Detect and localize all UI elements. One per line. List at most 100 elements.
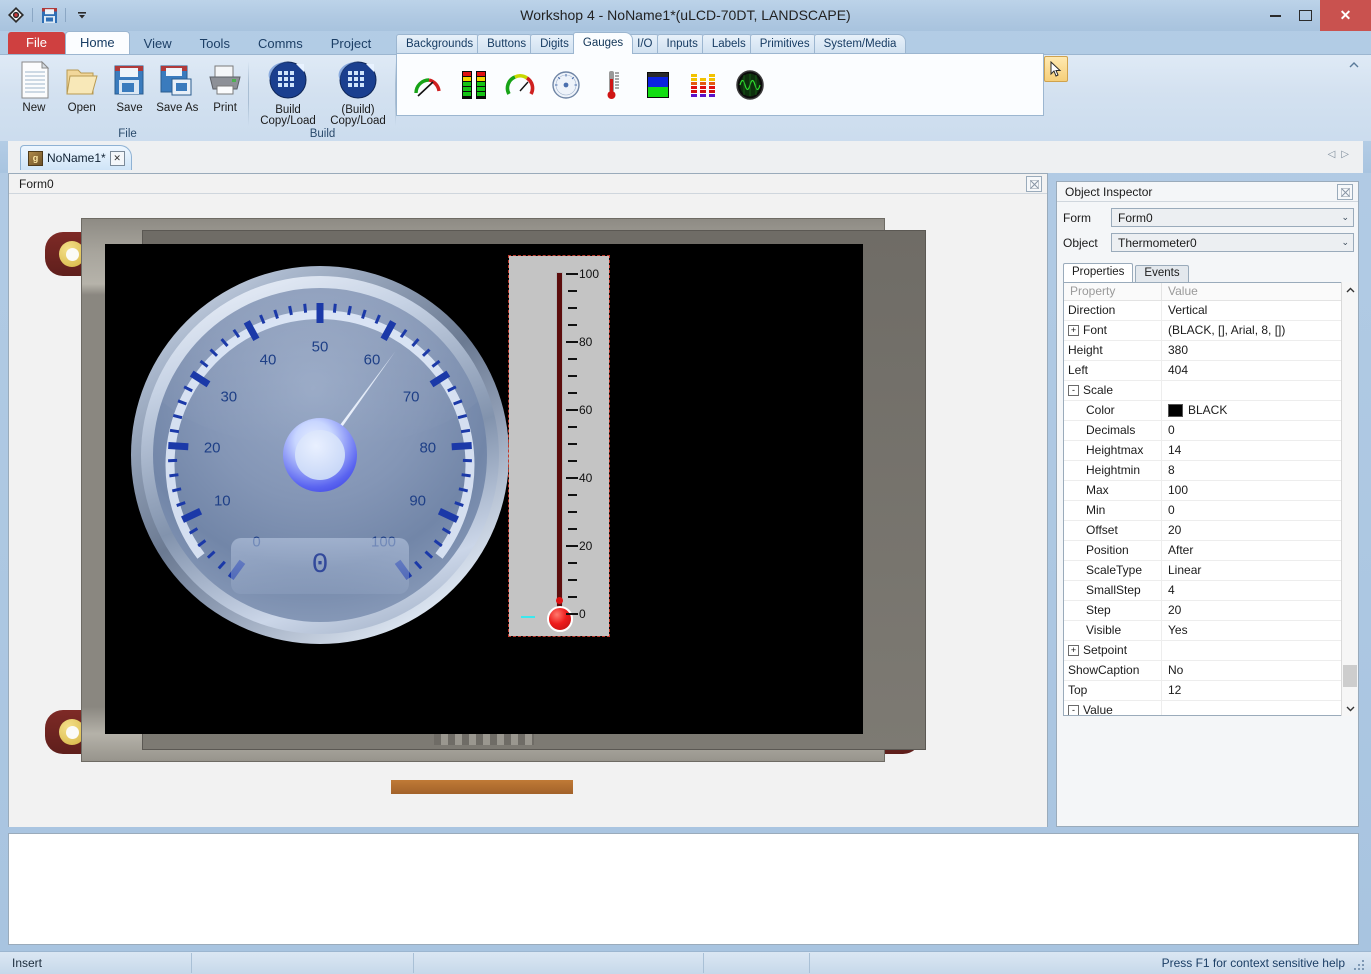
close-button[interactable]: ✕ <box>1320 0 1371 31</box>
property-value[interactable]: 4 <box>1168 581 1175 600</box>
property-row[interactable]: Height380 <box>1064 341 1352 361</box>
ribbon-tab-view[interactable]: View <box>130 33 186 54</box>
property-row[interactable]: VisibleYes <box>1064 621 1352 641</box>
property-row[interactable]: +Font(BLACK, [], Arial, 8, []) <box>1064 321 1352 341</box>
gallery-item-scope[interactable] <box>733 68 767 102</box>
property-grid[interactable]: Property Value DirectionVertical+Font(BL… <box>1063 282 1353 716</box>
property-value[interactable]: After <box>1168 541 1193 560</box>
property-value[interactable]: 8 <box>1168 461 1175 480</box>
property-value[interactable]: (BLACK, [], Arial, 8, []) <box>1168 321 1285 340</box>
gallery-item-tank[interactable] <box>641 68 675 102</box>
close-icon[interactable] <box>1337 184 1353 200</box>
property-value[interactable]: Vertical <box>1168 301 1207 320</box>
new-button[interactable]: New <box>10 58 58 114</box>
property-row[interactable]: Heightmax14 <box>1064 441 1352 461</box>
build-paren-copy-load-button[interactable]: (Build) Copy/Load <box>323 58 393 127</box>
maximize-button[interactable] <box>1290 0 1320 31</box>
property-row[interactable]: SmallStep4 <box>1064 581 1352 601</box>
print-button[interactable]: Print <box>201 58 249 114</box>
property-row[interactable]: Heightmin8 <box>1064 461 1352 481</box>
save-as-button[interactable]: Save As <box>153 58 201 114</box>
ribbon-tab-tools[interactable]: Tools <box>186 33 244 54</box>
tab-events[interactable]: Events <box>1135 265 1188 282</box>
property-row[interactable]: Decimals0 <box>1064 421 1352 441</box>
open-button[interactable]: Open <box>58 58 106 114</box>
gallery-tab-labels[interactable]: Labels <box>702 34 756 54</box>
thermometer-widget[interactable]: 020406080100 <box>509 256 609 636</box>
gallery-item-angular-meter[interactable] <box>411 68 445 102</box>
gallery-tab-primitives[interactable]: Primitives <box>750 34 820 54</box>
property-row[interactable]: Step20 <box>1064 601 1352 621</box>
property-row[interactable]: Min0 <box>1064 501 1352 521</box>
minimize-button[interactable] <box>1260 0 1290 31</box>
form-selector-combobox[interactable]: Form0 ⌄ <box>1111 208 1354 227</box>
property-row[interactable]: Offset20 <box>1064 521 1352 541</box>
gallery-tab-system-media[interactable]: System/Media <box>814 34 907 54</box>
form-canvas[interactable]: 0102030405060708090100 0 <box>9 194 1047 827</box>
property-row[interactable]: ColorBLACK <box>1064 401 1352 421</box>
property-name: Direction <box>1068 301 1115 320</box>
property-value[interactable]: 100 <box>1168 481 1188 500</box>
property-value[interactable]: 12 <box>1168 681 1181 700</box>
gallery-tab-backgrounds[interactable]: Backgrounds <box>396 34 483 54</box>
property-value[interactable]: No <box>1168 661 1183 680</box>
collapse-icon[interactable]: - <box>1068 705 1079 716</box>
property-value[interactable]: 20 <box>1168 521 1181 540</box>
property-row[interactable]: -Scale <box>1064 381 1352 401</box>
chevron-up-icon[interactable] <box>1345 57 1363 73</box>
property-row[interactable]: Top12 <box>1064 681 1352 701</box>
message-output-panel[interactable] <box>8 833 1359 945</box>
property-row[interactable]: -Value <box>1064 701 1352 716</box>
property-value[interactable]: BLACK <box>1188 401 1227 420</box>
gallery-item-thermometer[interactable] <box>595 68 629 102</box>
gallery-item-spectrum[interactable] <box>687 68 721 102</box>
build-copy-load-button[interactable]: Build Copy/Load <box>253 58 323 127</box>
document-tab-noname1[interactable]: g NoName1* ✕ <box>20 145 132 170</box>
gauge-widget[interactable]: 0102030405060708090100 0 <box>131 266 509 644</box>
property-value[interactable]: Linear <box>1168 561 1201 580</box>
gallery-tab-buttons[interactable]: Buttons <box>477 34 536 54</box>
object-selector-combobox[interactable]: Thermometer0 ⌄ <box>1111 233 1354 252</box>
gallery-item-leds[interactable] <box>457 68 491 102</box>
close-icon[interactable]: ✕ <box>110 151 125 166</box>
save-button[interactable]: Save <box>106 58 154 114</box>
gallery-tab-gauges[interactable]: Gauges <box>573 32 633 54</box>
close-icon[interactable] <box>1026 176 1042 192</box>
color-swatch[interactable] <box>1168 404 1183 417</box>
scrollbar-thumb[interactable] <box>1343 665 1357 687</box>
gallery-tab-digits[interactable]: Digits <box>530 34 579 54</box>
ribbon-tab-file[interactable]: File <box>8 32 65 54</box>
property-row[interactable]: ScaleTypeLinear <box>1064 561 1352 581</box>
nav-right-icon[interactable]: ▷ <box>1341 149 1349 160</box>
property-value[interactable]: 0 <box>1168 421 1175 440</box>
collapse-icon[interactable]: - <box>1068 385 1079 396</box>
property-row[interactable]: Left404 <box>1064 361 1352 381</box>
gallery-item-gauge[interactable] <box>549 68 583 102</box>
mouse-cursor-icon[interactable] <box>1044 56 1068 82</box>
property-value[interactable]: 14 <box>1168 441 1181 460</box>
tab-properties[interactable]: Properties <box>1063 263 1133 282</box>
gallery-item-meter[interactable] <box>503 68 537 102</box>
ribbon-tab-project[interactable]: Project <box>317 33 385 54</box>
chevron-up-icon[interactable] <box>1342 282 1358 298</box>
ribbon-tab-comms[interactable]: Comms <box>244 33 317 54</box>
lug-hole <box>66 726 79 739</box>
chevron-down-icon[interactable] <box>1342 700 1358 716</box>
property-row[interactable]: ShowCaptionNo <box>1064 661 1352 681</box>
expand-icon[interactable]: + <box>1068 325 1079 336</box>
ribbon-tab-home[interactable]: Home <box>65 31 130 54</box>
property-value[interactable]: Yes <box>1168 621 1188 640</box>
expand-icon[interactable]: + <box>1068 645 1079 656</box>
property-grid-scrollbar[interactable] <box>1341 282 1357 716</box>
gallery-tab-inputs[interactable]: Inputs <box>657 34 708 54</box>
property-row[interactable]: +Setpoint <box>1064 641 1352 661</box>
property-value[interactable]: 380 <box>1168 341 1188 360</box>
nav-left-icon[interactable]: ◁ <box>1328 149 1336 160</box>
property-value[interactable]: 404 <box>1168 361 1188 380</box>
property-row[interactable]: PositionAfter <box>1064 541 1352 561</box>
property-value[interactable]: 0 <box>1168 501 1175 520</box>
property-value[interactable]: 20 <box>1168 601 1181 620</box>
property-row[interactable]: Direction Vertical <box>1064 301 1352 321</box>
property-row[interactable]: Max100 <box>1064 481 1352 501</box>
lcd-screen[interactable]: 0102030405060708090100 0 <box>105 244 863 734</box>
